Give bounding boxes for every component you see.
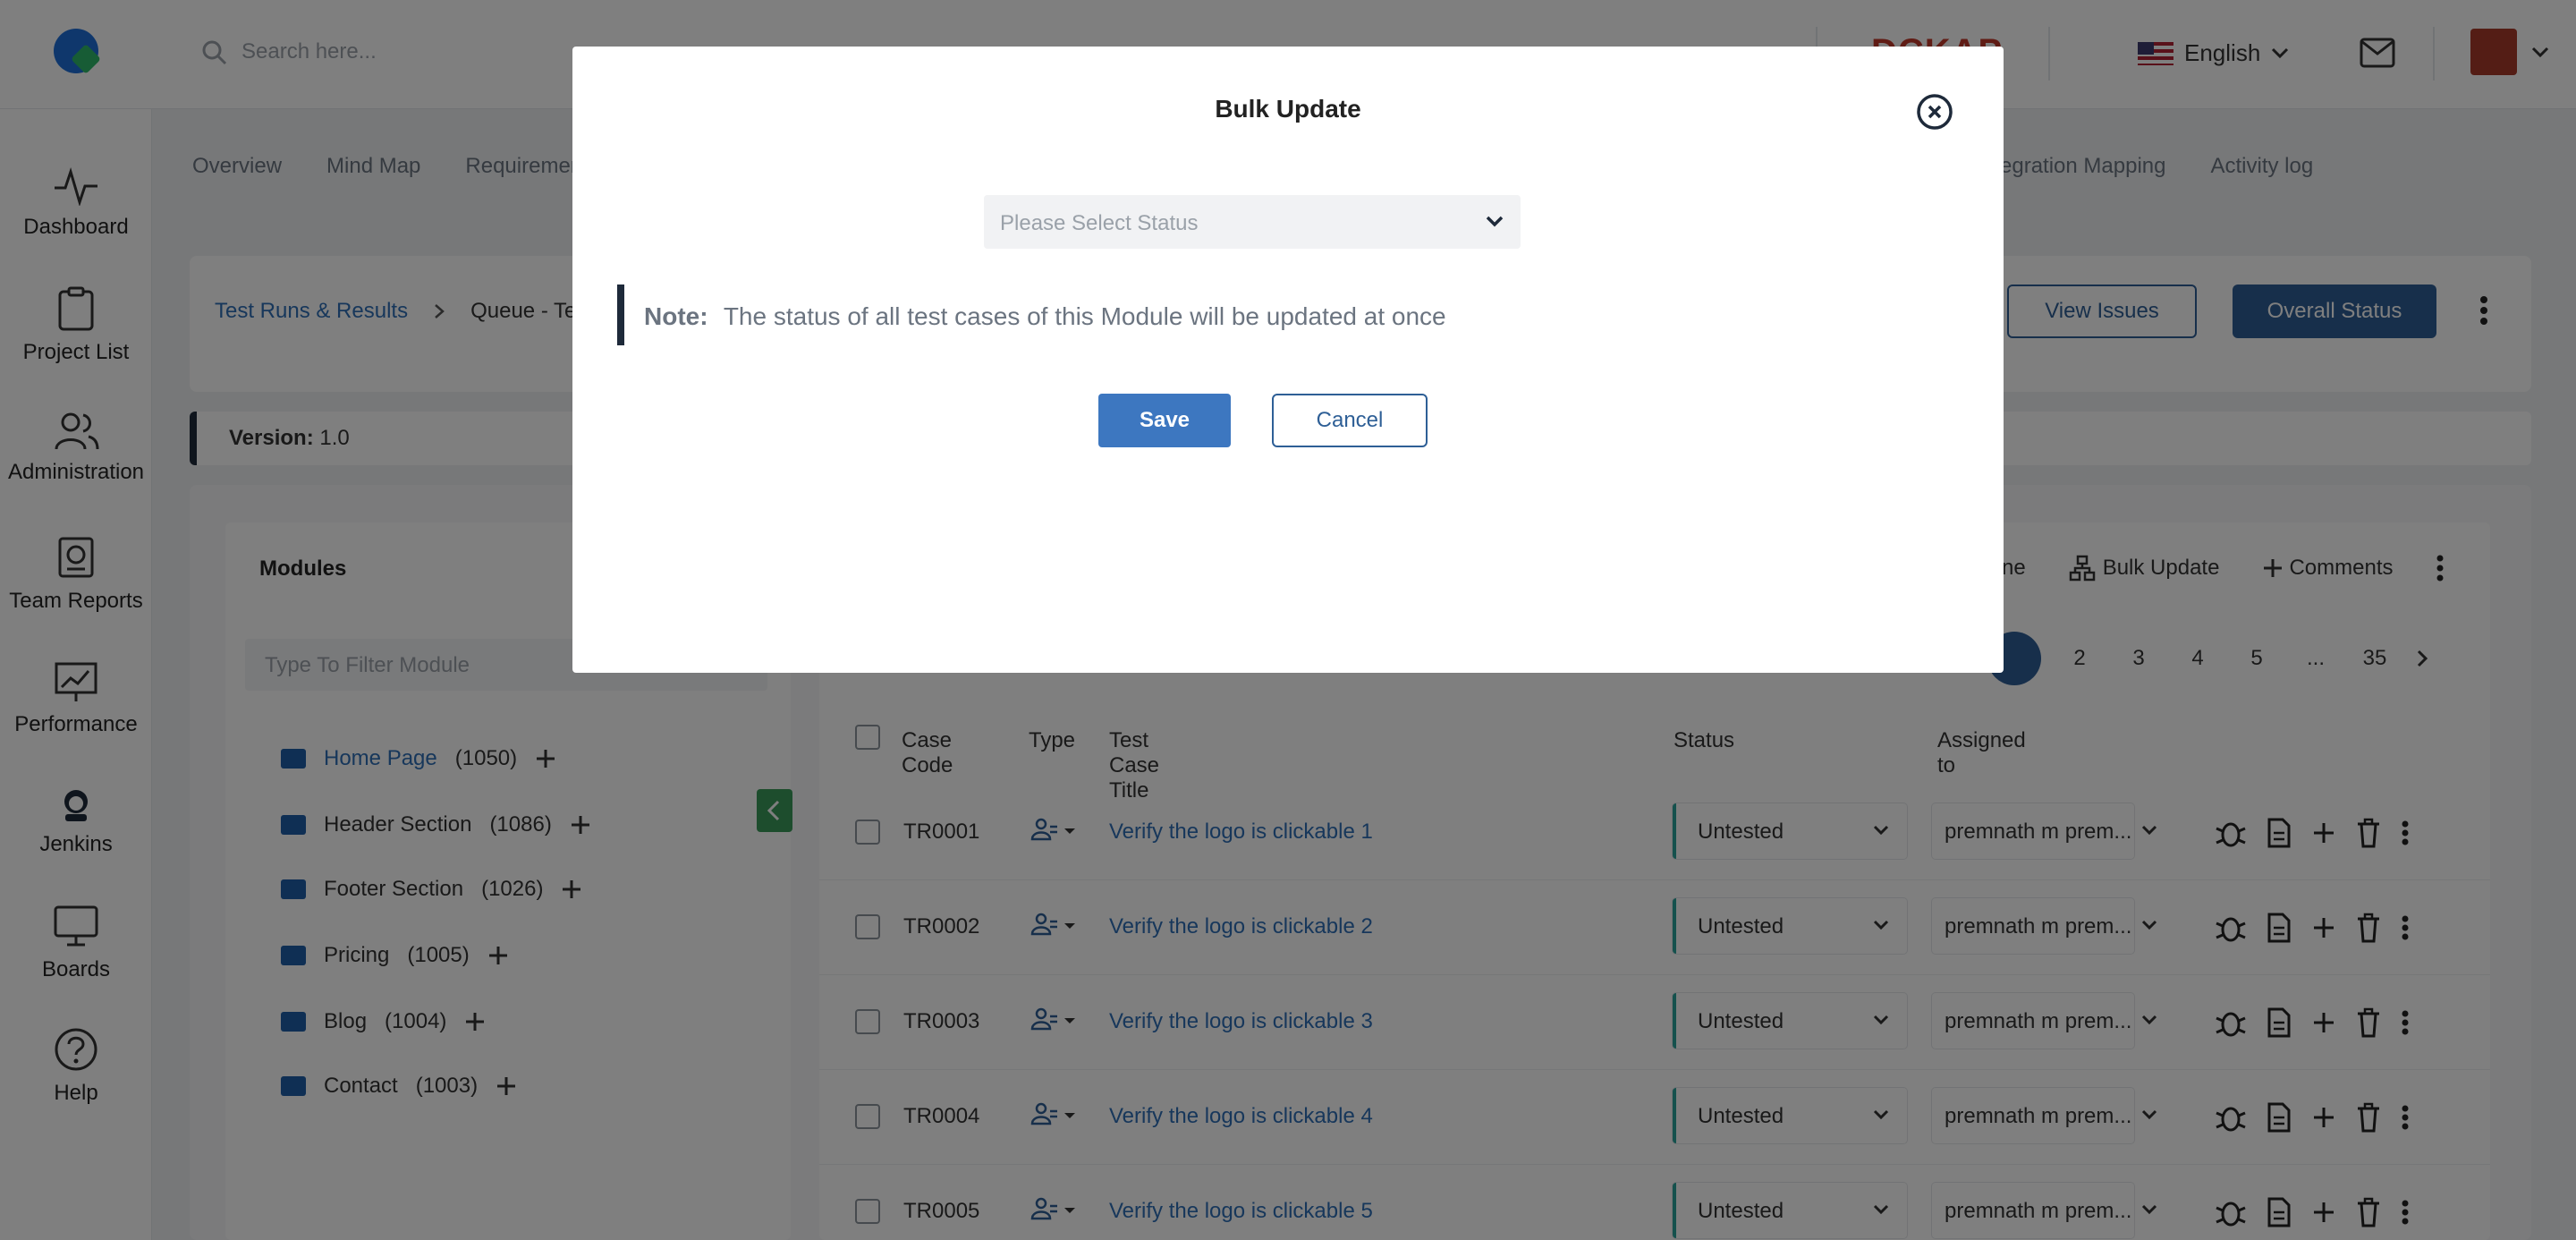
note-text: The status of all test cases of this Mod… <box>723 302 1446 330</box>
status-select[interactable]: Please Select Status <box>984 195 1521 249</box>
chevron-down-icon <box>1486 216 1504 227</box>
save-button[interactable]: Save <box>1098 394 1231 447</box>
modal-title: Bulk Update <box>1215 95 1361 123</box>
cancel-button[interactable]: Cancel <box>1272 394 1428 447</box>
close-icon[interactable] <box>1916 93 1953 131</box>
note-box: Note: The status of all test cases of th… <box>617 285 1512 345</box>
note-label: Note: <box>644 302 708 330</box>
status-select-placeholder: Please Select Status <box>1000 211 1199 235</box>
bulk-update-modal: Bulk Update Please Select Status Note: T… <box>572 47 2004 673</box>
